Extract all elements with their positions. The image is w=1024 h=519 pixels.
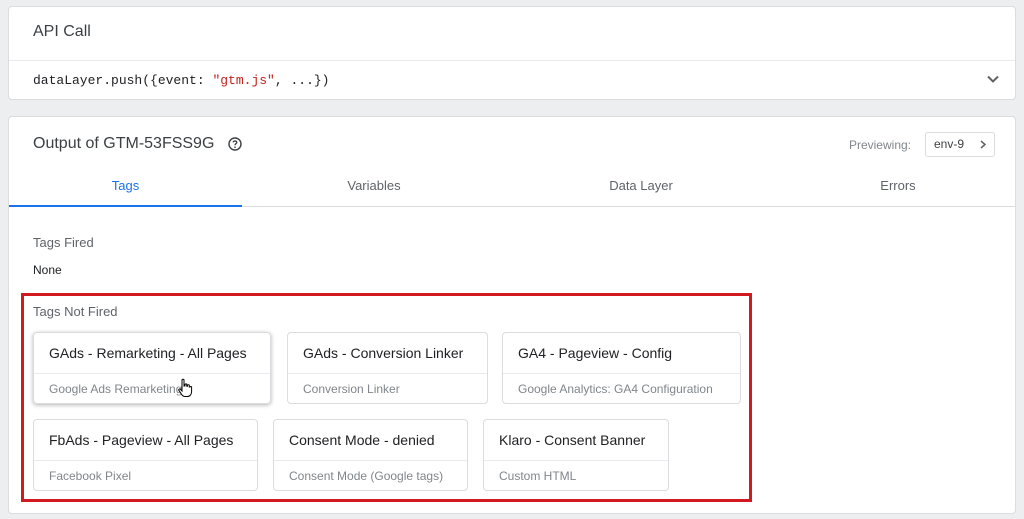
code-suffix: , ...}) [274,73,330,88]
code-prefix: dataLayer.push({event: [33,73,213,88]
tag-type: Google Analytics: GA4 Configuration [518,382,713,396]
environment-value: env-9 [934,137,965,151]
tab-variables[interactable]: Variables [242,171,506,206]
tag-card[interactable]: GA4 - Pageview - Config Google Analytics… [502,332,741,404]
tags-fired-empty: None [33,263,62,277]
tag-name: Consent Mode - denied [289,432,435,448]
tab-errors[interactable]: Errors [776,171,1020,206]
chevron-down-icon[interactable] [985,71,1001,87]
tag-name: GAds - Remarketing - All Pages [49,345,247,361]
tab-data-layer[interactable]: Data Layer [506,171,776,206]
tag-type: Custom HTML [499,469,577,483]
tags-fired-heading: Tags Fired [33,235,94,250]
tag-type: Google Ads Remarketing [49,382,183,396]
tag-card[interactable]: Klaro - Consent Banner Custom HTML [483,419,669,491]
tag-name: GA4 - Pageview - Config [518,345,673,361]
environment-selector[interactable]: env-9 [925,132,995,157]
divider [34,373,270,374]
api-call-panel: API Call dataLayer.push({event: "gtm.js"… [8,6,1016,100]
api-call-title: API Call [33,23,91,40]
tag-name: GAds - Conversion Linker [303,345,464,361]
tags-not-fired-heading: Tags Not Fired [33,304,118,319]
divider [484,460,668,461]
help-icon[interactable] [228,137,242,151]
previewing-label: Previewing: [848,138,911,152]
output-title: Output of GTM-53FSS9G [33,135,215,152]
tag-type: Conversion Linker [303,382,400,396]
tab-tags[interactable]: Tags [9,171,242,207]
tag-card[interactable]: FbAds - Pageview - All Pages Facebook Pi… [33,419,258,491]
tag-name: Klaro - Consent Banner [499,432,646,448]
tag-card[interactable]: Consent Mode - denied Consent Mode (Goog… [273,419,468,491]
tag-type: Facebook Pixel [49,469,132,483]
divider [34,460,257,461]
output-panel: Output of GTM-53FSS9G Previewing: env-9 … [8,116,1016,514]
divider [288,373,487,374]
output-tabs: Tags Variables Data Layer Errors [9,171,1015,207]
hand-cursor-icon [178,378,193,397]
code-string: "gtm.js" [212,73,275,88]
api-call-code: dataLayer.push({event: "gtm.js", ...}) [33,73,329,88]
divider [503,373,740,374]
tag-card[interactable]: GAds - Remarketing - All Pages Google Ad… [33,332,271,404]
chevron-right-icon [980,140,987,149]
tag-name: FbAds - Pageview - All Pages [49,432,234,448]
divider [9,60,1015,61]
tag-type: Consent Mode (Google tags) [289,469,444,483]
divider [274,460,467,461]
tag-card[interactable]: GAds - Conversion Linker Conversion Link… [287,332,488,404]
